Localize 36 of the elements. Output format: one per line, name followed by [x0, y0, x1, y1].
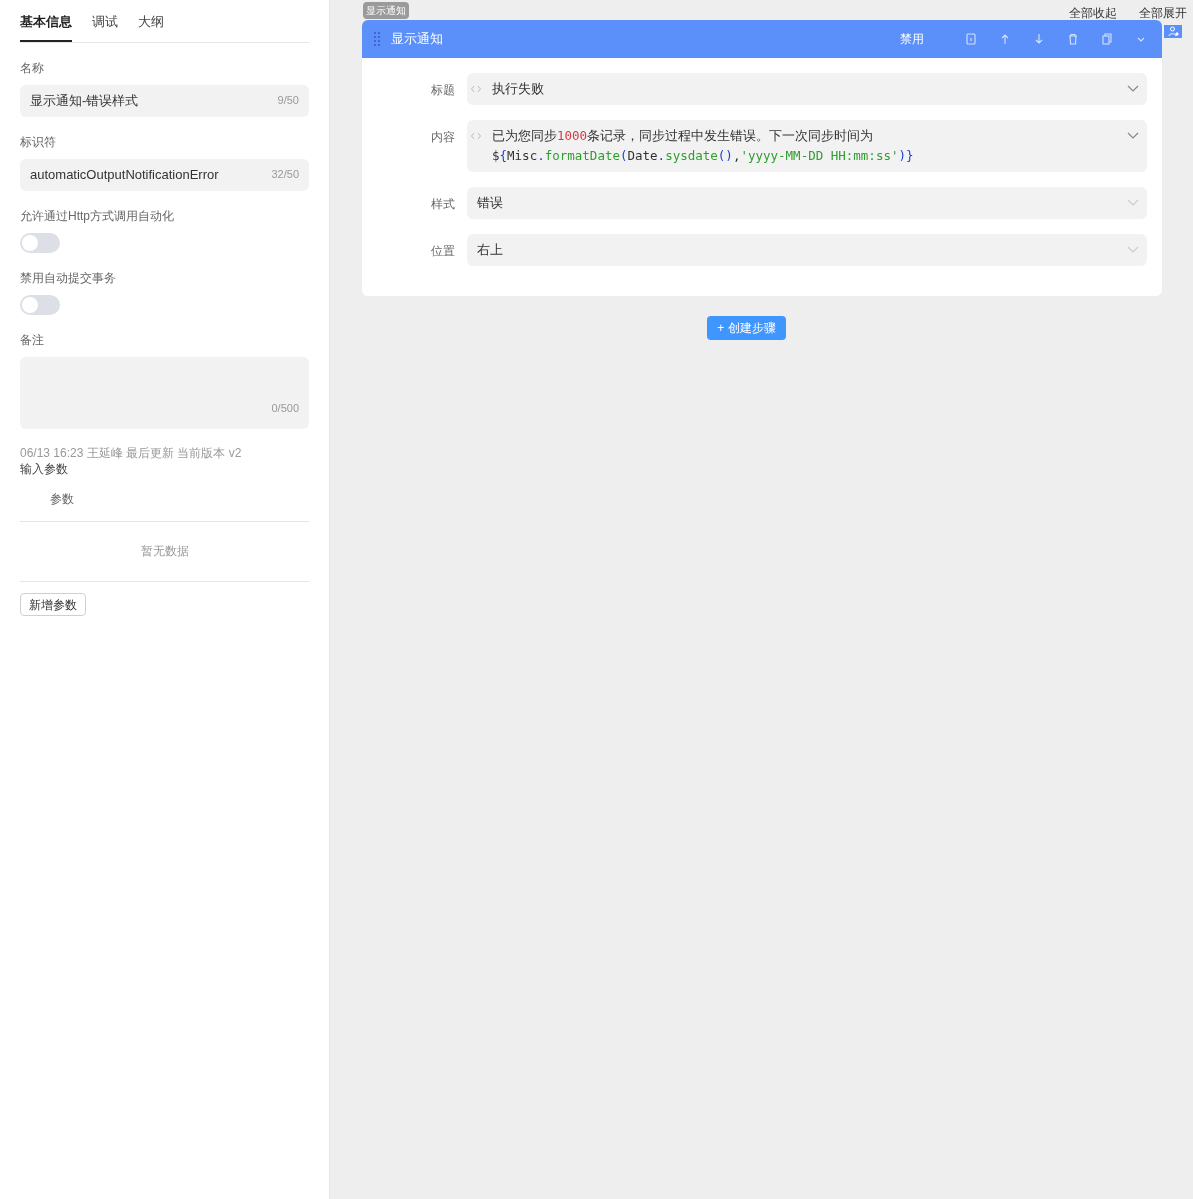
field-label: 标题 [431, 82, 455, 99]
field-label: 样式 [431, 196, 455, 213]
select-field[interactable]: 右上 [467, 234, 1147, 266]
field-label: 标识符 [20, 133, 57, 151]
input-field[interactable]: automaticOutputNotificationError 32/50 [20, 158, 309, 191]
collapse-all-link[interactable]: 全部收起 [1069, 4, 1117, 18]
input-field[interactable]: 显示通知-错误样式 9/50 [20, 84, 309, 117]
field-label: 名称 [20, 59, 45, 77]
step-tag: 显示通知 [363, 2, 409, 19]
expression-field[interactable]: 已为您同步1000条记录，同步过程中发生错误。下一次同步时间为 ${Misc.formatDate(Date.sysdate(),'yyyy-MM-DD HH:mm:ss')} [467, 120, 1147, 172]
expression-field[interactable]: 执行失败 [467, 73, 1147, 105]
toggle-switch[interactable] [20, 232, 60, 253]
expand-all-link[interactable]: 全部展开 [1139, 4, 1187, 18]
field-label: 内容 [431, 129, 455, 146]
drag-handle-icon[interactable] [373, 31, 381, 47]
toggle-switch[interactable] [20, 294, 60, 315]
user-icon[interactable] [1164, 25, 1182, 38]
section-title: 输入参数 [20, 460, 69, 477]
field-label: 禁用自动提交事务 [20, 269, 117, 287]
trash-icon[interactable] [1066, 32, 1080, 46]
tab[interactable]: 基本信息 [20, 8, 72, 42]
tab[interactable]: 调试 [92, 8, 118, 42]
field-label: 备注 [20, 331, 45, 349]
update-info: 06/13 16:23 王延峰 最后更新 当前版本 v2 [20, 444, 243, 461]
expression-text: 执行失败 [492, 80, 545, 98]
field-label: 允许通过Http方式调用自动化 [20, 207, 175, 225]
select-field[interactable]: 错误 [467, 187, 1147, 219]
tab[interactable]: 大纲 [138, 8, 164, 42]
column-header: 参数 [50, 490, 74, 508]
empty-text: 暂无数据 [140, 543, 189, 560]
expression-text: 已为您同步1000条记录，同步过程中发生错误。下一次同步时间为 ${Misc.formatDate(Date.sysdate(),'yyyy-MM-DD HH:mm:ss')} [492, 127, 915, 165]
step-title: 显示通知 [391, 30, 444, 49]
field-label: 位置 [431, 243, 455, 260]
copy-icon[interactable] [1100, 32, 1114, 46]
document-icon[interactable] [964, 32, 978, 46]
add-param-button[interactable]: 新增参数 [20, 593, 86, 616]
